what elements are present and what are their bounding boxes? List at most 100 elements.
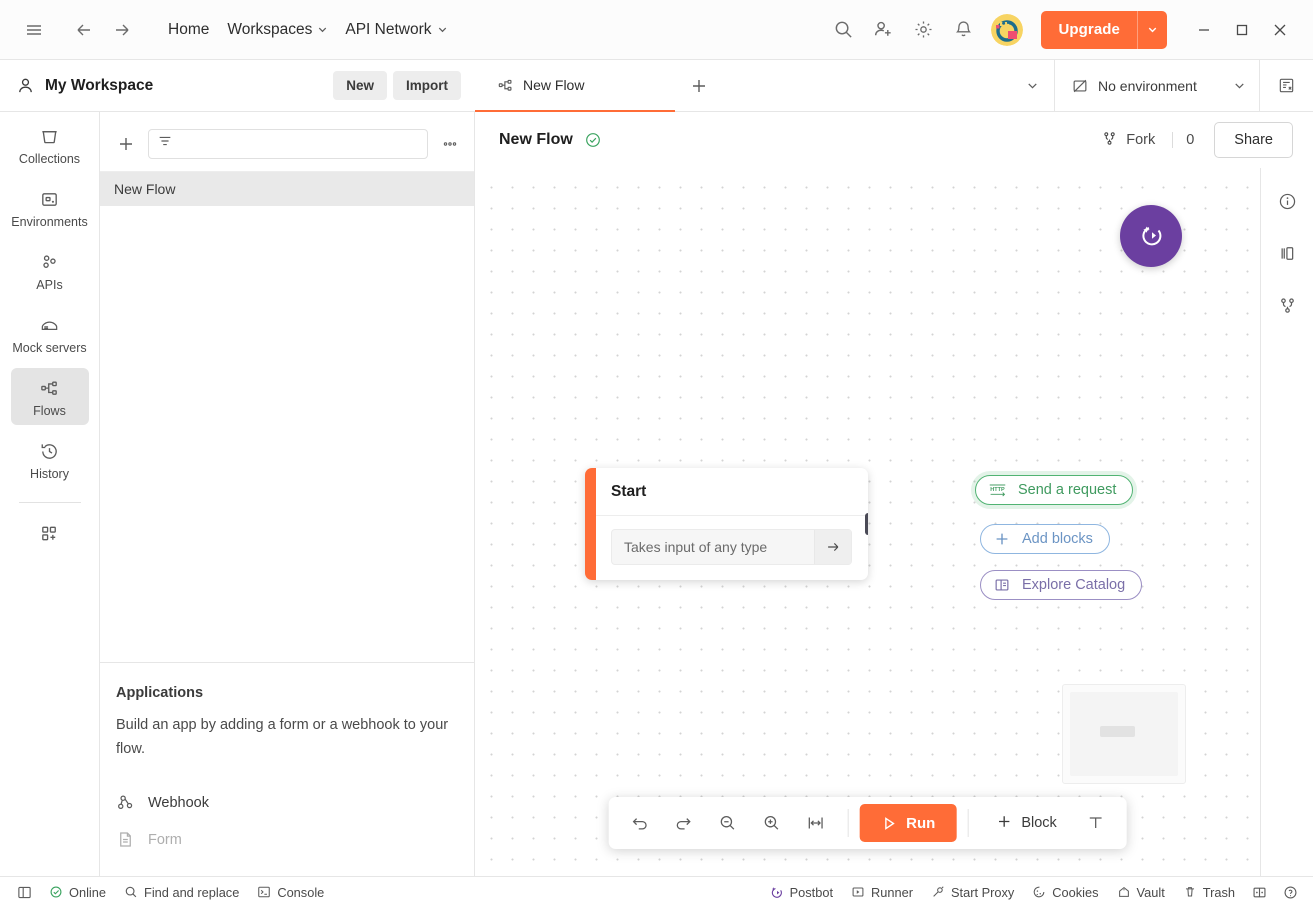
list-item[interactable]: New Flow (100, 172, 474, 206)
status-online[interactable]: Online (41, 881, 114, 904)
window-controls (1185, 10, 1299, 50)
chevron-down-icon[interactable] (1232, 78, 1247, 93)
canvas-toolbar: Run Block (608, 797, 1127, 849)
applications-description: Build an app by adding a form or a webho… (116, 717, 449, 758)
mock-servers-icon (39, 314, 60, 336)
upgrade-button[interactable]: Upgrade (1041, 10, 1167, 49)
find-and-replace-button[interactable]: Find and replace (116, 881, 247, 904)
minimap-node (1100, 725, 1135, 737)
filter-box[interactable] (148, 128, 428, 159)
console-button[interactable]: Console (249, 881, 332, 904)
documentation-icon[interactable] (1270, 236, 1304, 270)
api-network-menu[interactable]: API Network (337, 15, 456, 45)
fit-to-screen-icon[interactable] (794, 804, 836, 842)
add-module-icon[interactable] (11, 513, 89, 554)
upgrade-caret-icon[interactable] (1137, 10, 1167, 49)
collections-icon (39, 125, 60, 147)
main-area: New Flow No environment New Flow Fork 0 … (475, 60, 1313, 876)
filter-input[interactable] (179, 136, 419, 151)
close-icon[interactable] (1261, 10, 1299, 50)
tabs-overflow-chevron-down-icon[interactable] (1010, 60, 1054, 111)
text-tool-icon[interactable] (1075, 804, 1117, 842)
home-link[interactable]: Home (158, 15, 219, 45)
suggestion-explore-catalog[interactable]: Explore Catalog (980, 570, 1143, 600)
maximize-icon[interactable] (1223, 10, 1261, 50)
start-node-input-placeholder: Takes input of any type (624, 539, 768, 555)
forward-icon[interactable] (106, 14, 138, 46)
gear-icon[interactable] (907, 14, 939, 46)
header-actions: Upgrade (827, 10, 1299, 50)
fork-button[interactable]: Fork (1090, 123, 1166, 158)
info-circle-icon[interactable] (1270, 184, 1304, 218)
zoom-in-icon[interactable] (750, 804, 792, 842)
search-icon[interactable] (827, 14, 859, 46)
flows-explorer-panel: New Flow Applications Build an app by ad… (100, 60, 475, 876)
suggestion-send-a-request[interactable]: HTTP Send a request (975, 475, 1134, 505)
create-flow-plus-icon[interactable] (114, 132, 138, 156)
add-block-button[interactable]: Block (979, 804, 1072, 842)
sidebar-item-flows[interactable]: Flows (10, 368, 89, 425)
rail-divider (18, 502, 81, 503)
canvas-wrapper: Start Takes input of any type HTTP Send … (475, 168, 1313, 876)
start-node[interactable]: Start Takes input of any type (585, 468, 868, 580)
cookies-button[interactable]: Cookies (1024, 881, 1106, 904)
avatar[interactable] (991, 13, 1024, 46)
run-button[interactable]: Run (859, 804, 957, 842)
sidebar-toggle-icon[interactable] (10, 881, 39, 904)
start-node-body: Takes input of any type (585, 516, 868, 580)
vault-button[interactable]: Vault (1109, 881, 1173, 904)
environment-quick-look-icon[interactable] (1259, 60, 1313, 111)
runner-button[interactable]: Runner (843, 881, 921, 904)
start-node-title: Start (611, 483, 647, 500)
trash-button[interactable]: Trash (1175, 881, 1243, 904)
flow-header: New Flow Fork 0 Share (475, 112, 1313, 168)
sidebar-item-mock-servers[interactable]: Mock servers (11, 305, 89, 362)
postbot-button[interactable]: Postbot (761, 881, 841, 904)
bell-icon[interactable] (947, 14, 979, 46)
suggestion-add-blocks[interactable]: Add blocks (980, 524, 1110, 554)
workspace-title[interactable]: My Workspace (16, 76, 153, 95)
back-icon[interactable] (68, 14, 100, 46)
applications-item-webhook[interactable]: Webhook (116, 784, 458, 821)
hamburger-icon[interactable] (18, 14, 50, 46)
environment-selector[interactable]: No environment (1054, 60, 1259, 111)
fork-icon (1101, 130, 1118, 151)
sidebar-item-apis[interactable]: APIs (11, 242, 89, 299)
sidebar-label-history: History (30, 467, 69, 481)
start-node-input[interactable]: Takes input of any type (611, 529, 852, 565)
plus-icon (995, 813, 1012, 834)
flow-canvas[interactable]: Start Takes input of any type HTTP Send … (475, 168, 1260, 876)
add-tab-icon[interactable] (675, 60, 723, 111)
fork-icon[interactable] (1270, 288, 1304, 322)
cookies-label: Cookies (1052, 884, 1099, 900)
applications-item-form[interactable]: Form (116, 821, 458, 858)
help-icon[interactable] (1276, 881, 1305, 904)
http-icon: HTTP (988, 482, 1007, 498)
workspaces-menu[interactable]: Workspaces (219, 15, 337, 45)
sidebar-item-environments[interactable]: Environments (11, 179, 89, 236)
check-circle-icon (584, 131, 602, 149)
import-button[interactable]: Import (393, 71, 461, 100)
sidebar-item-history[interactable]: History (11, 431, 89, 488)
arrow-right-icon[interactable] (814, 530, 851, 564)
sidebar-item-collections[interactable]: Collections (11, 116, 89, 173)
postbot-fab-button[interactable] (1120, 205, 1182, 267)
invite-user-icon[interactable] (867, 14, 899, 46)
undo-icon[interactable] (618, 804, 660, 842)
run-label: Run (906, 814, 936, 832)
suggestion-label: Send a request (1018, 482, 1117, 498)
new-button[interactable]: New (333, 71, 387, 100)
start-node-output-port[interactable] (865, 513, 868, 535)
redo-icon[interactable] (662, 804, 704, 842)
svg-text:HTTP: HTTP (990, 487, 1005, 493)
canvas-minimap[interactable] (1062, 684, 1186, 784)
zoom-out-icon[interactable] (706, 804, 748, 842)
layout-icon[interactable] (1245, 881, 1274, 904)
minimize-icon[interactable] (1185, 10, 1223, 50)
share-button[interactable]: Share (1214, 122, 1293, 158)
environment-label: No environment (1098, 77, 1197, 94)
more-horizontal-icon[interactable] (438, 132, 462, 156)
start-proxy-button[interactable]: Start Proxy (923, 881, 1022, 904)
status-online-label: Online (69, 884, 106, 900)
tab-new-flow[interactable]: New Flow (475, 60, 675, 112)
